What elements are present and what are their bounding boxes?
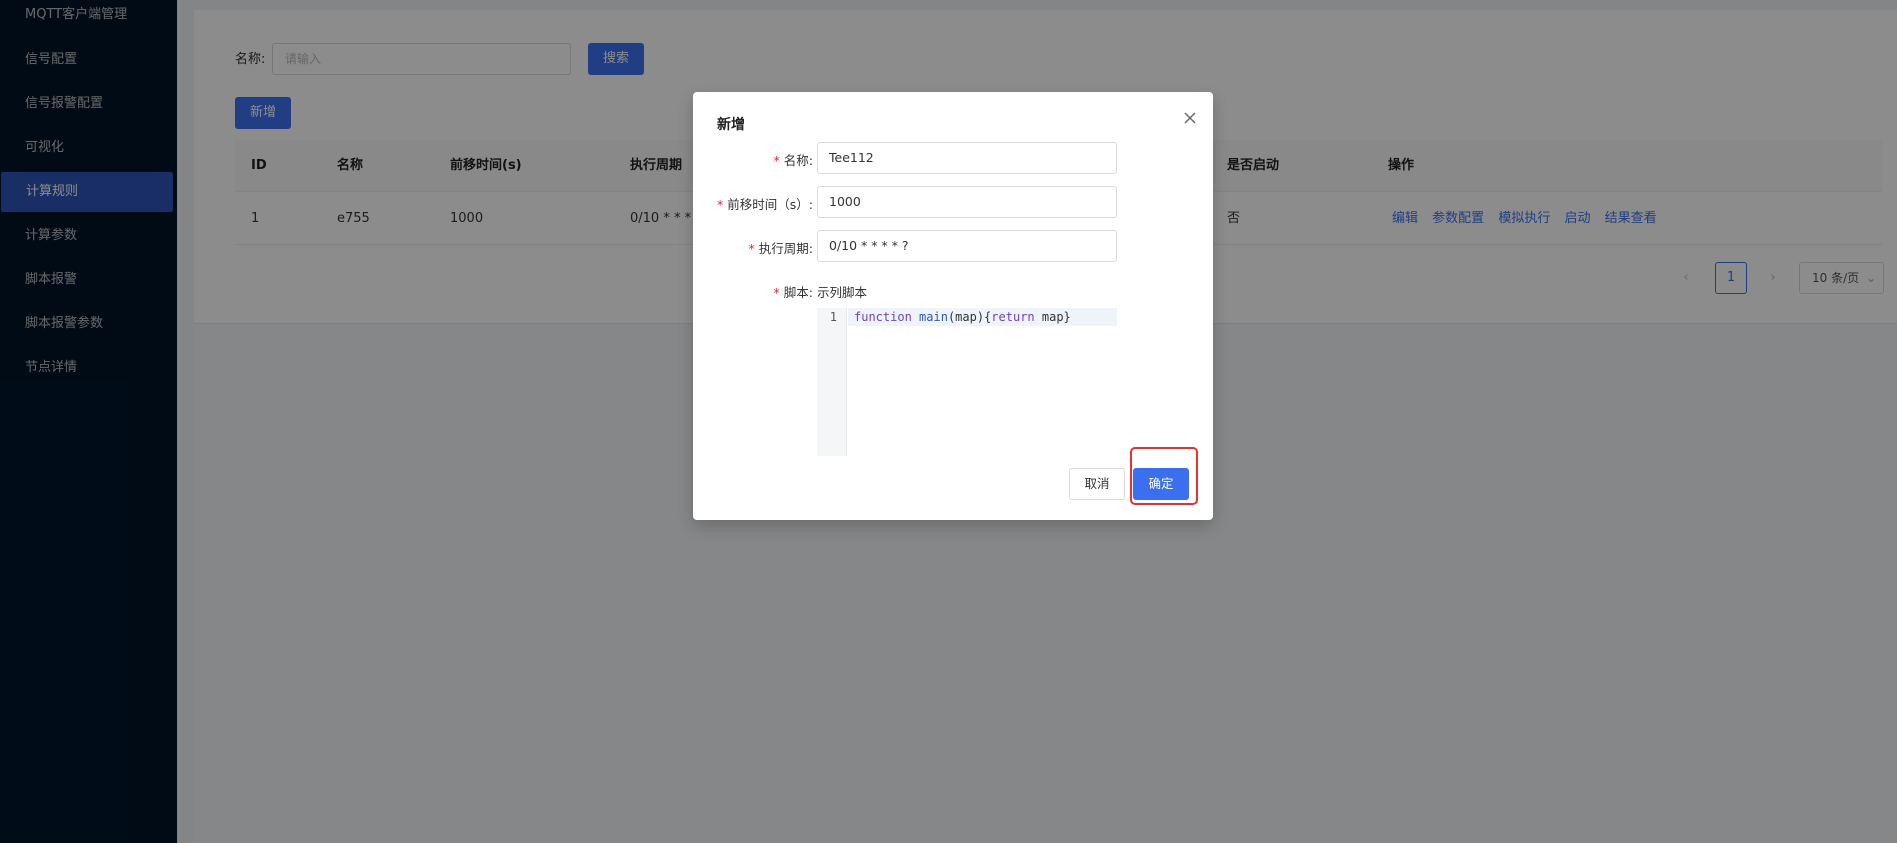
close-icon-svg xyxy=(1184,112,1196,124)
name-input[interactable]: Tee112 xyxy=(817,142,1117,174)
name-label-text: 名称: xyxy=(783,153,813,168)
close-icon[interactable] xyxy=(1182,110,1198,126)
editor-gutter: 1 xyxy=(817,308,847,456)
required-mark: * xyxy=(717,197,724,212)
script-label: * 脚本: xyxy=(774,282,813,301)
offset-label-text: 前移时间（s）: xyxy=(727,197,813,212)
required-mark: * xyxy=(773,285,780,300)
code-rest: map} xyxy=(1034,310,1071,324)
code-function-name: main xyxy=(919,310,948,324)
example-script-link[interactable]: 示列脚本 xyxy=(817,282,867,301)
cycle-label: * 执行周期: xyxy=(749,238,813,257)
highlight-box xyxy=(1130,447,1198,505)
cycle-input[interactable]: 0/10 * * * * ? xyxy=(817,230,1117,262)
code-args: (map){ xyxy=(947,310,992,324)
required-mark: * xyxy=(773,153,780,168)
name-label: * 名称: xyxy=(774,150,813,169)
required-mark: * xyxy=(748,241,755,256)
line-number: 1 xyxy=(829,310,837,324)
cancel-button[interactable]: 取消 xyxy=(1069,468,1125,500)
add-rule-modal: 新增 * 名称: Tee112 * 前移时间（s）: 1000 * 执行周期: 0/1… xyxy=(693,92,1213,520)
code-line[interactable]: function main(map){return map} xyxy=(848,308,1117,326)
script-editor[interactable]: 1 function main(map){return map} xyxy=(817,308,1117,456)
code-keyword: function xyxy=(854,310,912,324)
script-label-text: 脚本: xyxy=(783,285,813,300)
modal-title: 新增 xyxy=(717,117,745,133)
offset-input[interactable]: 1000 xyxy=(817,186,1117,218)
code-keyword: return xyxy=(991,310,1035,324)
cycle-label-text: 执行周期: xyxy=(758,241,813,256)
offset-label: * 前移时间（s）: xyxy=(717,194,813,213)
